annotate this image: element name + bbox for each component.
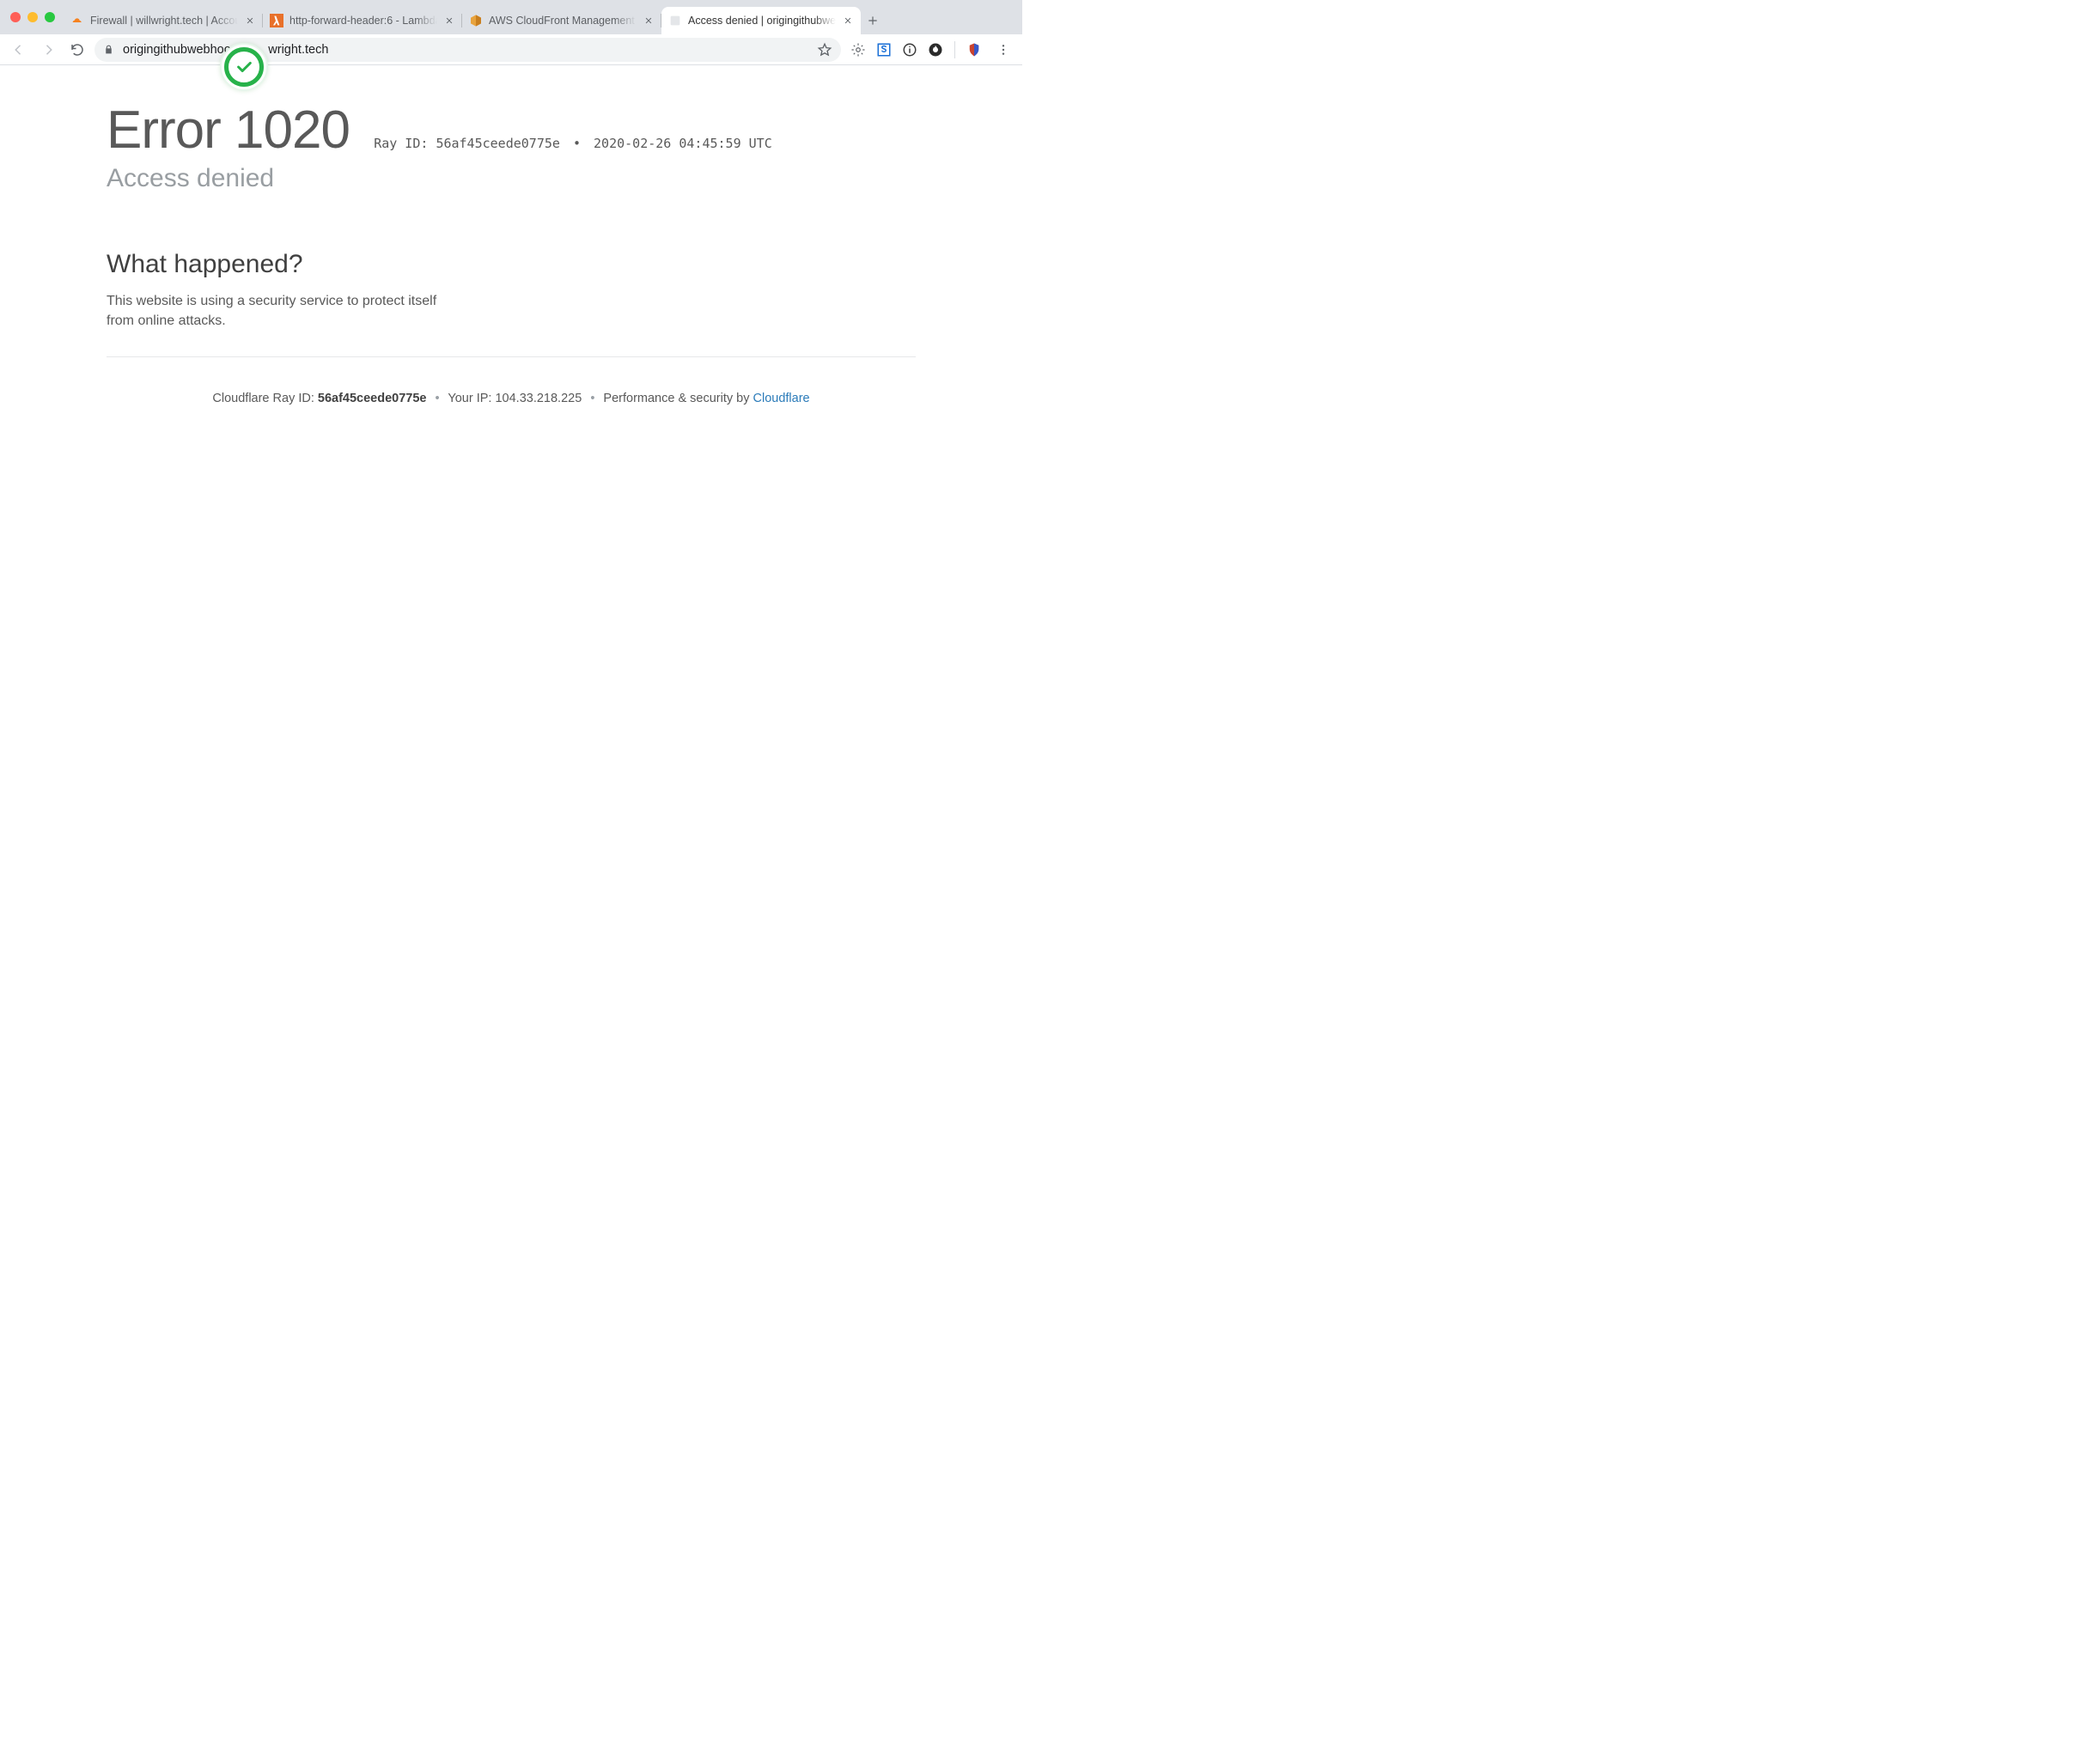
error-code-number: 1020 <box>235 100 350 160</box>
error-code-prefix: Error <box>107 100 221 160</box>
section-body: This website is using a security service… <box>107 291 467 331</box>
reload-button[interactable] <box>65 38 89 62</box>
close-tab-icon[interactable] <box>643 15 655 27</box>
extension-shield-icon[interactable] <box>964 40 984 60</box>
divider <box>107 356 916 357</box>
extension-flame-icon[interactable] <box>925 40 946 60</box>
bookmark-star-icon[interactable] <box>817 42 832 58</box>
zoom-window-button[interactable] <box>45 12 55 22</box>
browser-menu-button[interactable] <box>991 38 1015 62</box>
cloudflare-icon <box>70 14 84 27</box>
extension-separator <box>954 41 955 58</box>
close-window-button[interactable] <box>10 12 21 22</box>
back-button[interactable] <box>7 38 31 62</box>
tab-label: http-forward-header:6 - Lambda <box>289 15 437 27</box>
footer-ray-id: 56af45ceede0775e <box>318 392 427 405</box>
new-tab-button[interactable] <box>861 9 885 33</box>
tab-label: Access denied | origingithubweb <box>688 15 836 27</box>
tab-lambda[interactable]: http-forward-header:6 - Lambda <box>263 7 462 34</box>
tab-firewall[interactable]: Firewall | willwright.tech | Accou <box>64 7 263 34</box>
timestamp: 2020-02-26 04:45:59 UTC <box>594 136 772 151</box>
close-tab-icon[interactable] <box>842 15 854 27</box>
error-code: Error 1020 <box>107 100 363 160</box>
lambda-icon <box>270 14 283 27</box>
toolbar: origingithubwebhooxxxxxxwright.tech <box>0 34 1022 65</box>
blank-favicon-icon <box>668 14 682 27</box>
extension-info-icon[interactable] <box>899 40 920 60</box>
forward-button[interactable] <box>36 38 60 62</box>
tab-access-denied[interactable]: Access denied | origingithubweb <box>661 7 861 34</box>
tab-label: Firewall | willwright.tech | Accou <box>90 15 238 27</box>
url-text: origingithubwebhooxxxxxxwright.tech <box>123 43 808 57</box>
error-header: Error 1020 Ray ID: 56af45ceede0775e • 20… <box>107 100 916 193</box>
section-heading: What happened? <box>107 250 916 279</box>
page-content: Error 1020 Ray ID: 56af45ceede0775e • 20… <box>0 65 1022 405</box>
extension-s-icon[interactable] <box>874 40 894 60</box>
extension-icons <box>846 40 986 60</box>
tab-label: AWS CloudFront Management C <box>489 15 637 27</box>
aws-box-icon <box>469 14 483 27</box>
footer-ip-label: Your IP: <box>448 392 491 405</box>
error-subtitle: Access denied <box>107 164 916 193</box>
ray-label: Ray ID: <box>374 136 428 151</box>
footer-ray-label: Cloudflare Ray ID: <box>212 392 314 405</box>
ray-line: Ray ID: 56af45ceede0775e • 2020-02-26 04… <box>374 136 772 151</box>
footer-perf-label: Performance & security by <box>603 392 749 405</box>
lock-icon <box>103 44 114 55</box>
close-tab-icon[interactable] <box>244 15 256 27</box>
tab-cloudfront[interactable]: AWS CloudFront Management C <box>462 7 661 34</box>
footer: Cloudflare Ray ID: 56af45ceede0775e • Yo… <box>107 392 916 405</box>
footer-ip: 104.33.218.225 <box>495 392 582 405</box>
url-right: wright.tech <box>268 43 328 57</box>
ray-id: 56af45ceede0775e <box>436 136 560 151</box>
extension-gear-icon[interactable] <box>848 40 868 60</box>
tabs-container: Firewall | willwright.tech | Accou http-… <box>64 0 1015 34</box>
url-left: origingithubwebhoo <box>123 43 231 57</box>
footer-cloudflare-link[interactable]: Cloudflare <box>753 392 810 405</box>
what-happened-section: What happened? This website is using a s… <box>107 250 916 331</box>
minimize-window-button[interactable] <box>27 12 38 22</box>
omnibox[interactable]: origingithubwebhooxxxxxxwright.tech <box>94 38 841 62</box>
tab-strip: Firewall | willwright.tech | Accou http-… <box>0 0 1022 34</box>
close-tab-icon[interactable] <box>443 15 455 27</box>
window-controls <box>7 0 64 34</box>
